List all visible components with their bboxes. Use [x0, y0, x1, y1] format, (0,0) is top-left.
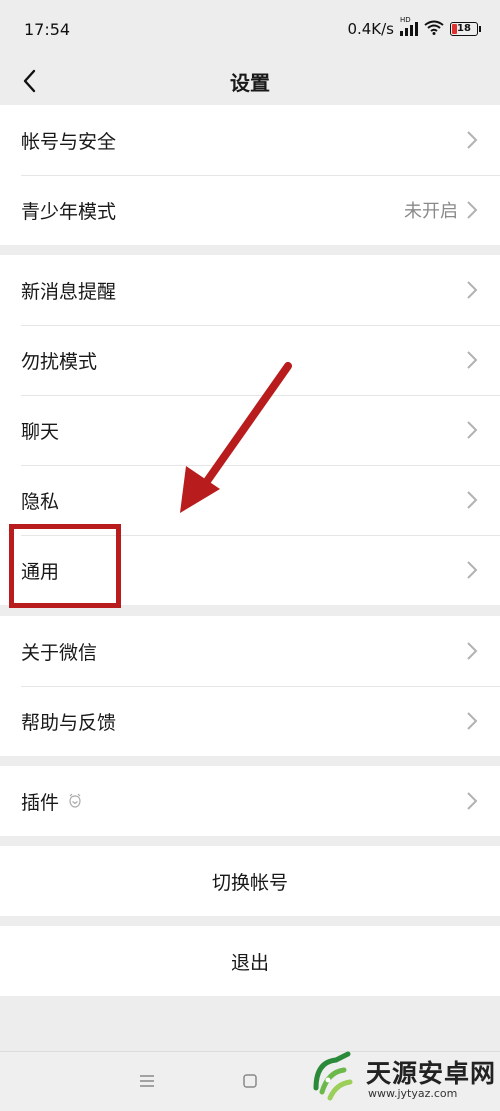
settings-item-label: 关于微信	[21, 641, 98, 664]
chevron-right-icon	[466, 420, 478, 440]
settings-item-label: 新消息提醒	[21, 280, 117, 303]
chevron-right-icon	[466, 200, 478, 220]
battery-icon: 18	[450, 22, 481, 36]
logout-button[interactable]: 退出	[0, 926, 500, 996]
network-speed: 0.4K/s	[347, 20, 394, 38]
settings-item-label: 勿扰模式	[21, 350, 98, 373]
teen-mode-status: 未开启	[404, 201, 458, 222]
chevron-right-icon	[466, 130, 478, 150]
chevron-left-icon	[23, 69, 36, 93]
settings-item-label: 帮助与反馈	[21, 711, 117, 734]
switch-account-label: 切换帐号	[211, 871, 288, 894]
home-button[interactable]	[235, 1066, 265, 1096]
status-bar: 17:54 0.4K/s HD 18	[0, 0, 500, 58]
back-button[interactable]	[14, 64, 44, 98]
status-time: 17:54	[24, 19, 71, 39]
wifi-icon	[424, 20, 444, 39]
page-title: 设置	[230, 70, 270, 95]
nav-bar: 设置	[0, 58, 500, 104]
chevron-right-icon	[466, 791, 478, 811]
chevron-right-icon	[466, 350, 478, 370]
settings-item-label: 聊天	[21, 420, 60, 443]
settings-group-about: 关于微信 帮助与反馈	[0, 616, 500, 756]
settings-group-account: 帐号与安全 青少年模式 未开启	[0, 105, 500, 245]
logout-label: 退出	[230, 951, 269, 974]
settings-item-plugins[interactable]: 插件	[0, 766, 500, 836]
settings-item-chat[interactable]: 聊天	[0, 395, 500, 465]
chevron-right-icon	[466, 280, 478, 300]
settings-group-plugins: 插件	[0, 766, 500, 836]
settings-item-account-security[interactable]: 帐号与安全	[0, 105, 500, 175]
menu-icon	[140, 1075, 154, 1087]
switch-account-button[interactable]: 切换帐号	[0, 846, 500, 916]
logout-group: 退出	[0, 926, 500, 996]
switch-account-group: 切换帐号	[0, 846, 500, 916]
settings-item-teen-mode[interactable]: 青少年模式 未开启	[0, 175, 500, 245]
settings-item-label: 隐私	[21, 490, 60, 513]
watermark: 天源安卓网 www.jytyaz.com	[298, 1046, 500, 1111]
menu-button[interactable]	[132, 1066, 162, 1096]
chevron-right-icon	[466, 641, 478, 661]
settings-item-label: 帐号与安全	[21, 130, 117, 153]
signal-icon: HD	[400, 16, 418, 36]
watermark-url: www.jytyaz.com	[368, 1087, 458, 1100]
plugin-badge-icon	[67, 793, 83, 809]
settings-item-help-feedback[interactable]: 帮助与反馈	[0, 686, 500, 756]
settings-item-about[interactable]: 关于微信	[0, 616, 500, 686]
settings-item-label: 插件	[21, 791, 60, 814]
android-logo-icon	[313, 1051, 353, 1101]
watermark-text: 天源安卓网	[366, 1059, 497, 1088]
home-square-icon	[243, 1074, 257, 1088]
settings-item-label: 青少年模式	[21, 200, 117, 223]
highlight-box	[9, 524, 121, 608]
status-icons: 0.4K/s HD 18	[347, 16, 481, 39]
settings-item-notifications[interactable]: 新消息提醒	[0, 255, 500, 325]
chevron-right-icon	[466, 711, 478, 731]
chevron-right-icon	[466, 490, 478, 510]
settings-item-do-not-disturb[interactable]: 勿扰模式	[0, 325, 500, 395]
chevron-right-icon	[466, 560, 478, 580]
